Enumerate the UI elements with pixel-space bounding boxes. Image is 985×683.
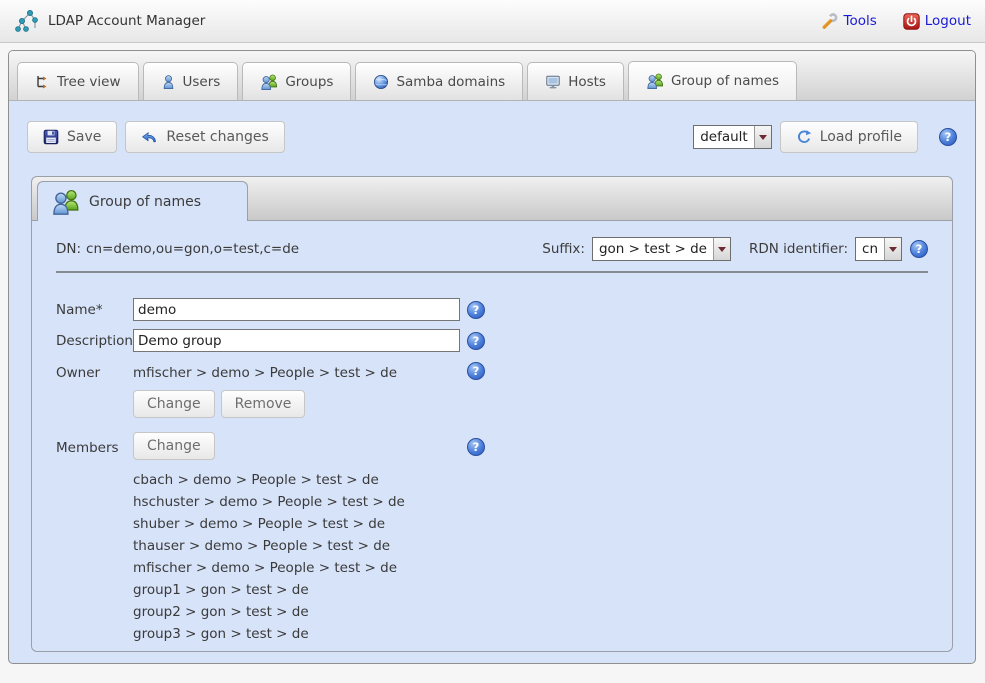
- host-monitor-icon: [545, 74, 561, 90]
- group-of-names-large-icon: [51, 189, 80, 215]
- undo-arrow-icon: [141, 130, 158, 145]
- dropdown-arrow-icon: [884, 238, 901, 260]
- name-row: Name* ?: [56, 298, 928, 321]
- gon-section: Group of names DN: cn=demo,ou=gon,o=test…: [31, 176, 953, 652]
- globe-icon: [373, 74, 389, 90]
- refresh-icon: [796, 129, 812, 145]
- divider: [56, 271, 928, 273]
- suffix-label: Suffix:: [542, 241, 585, 257]
- owner-value: mfischer > demo > People > test > de: [133, 362, 460, 381]
- logout-link[interactable]: Logout: [903, 13, 971, 30]
- group-of-names-icon: [646, 73, 664, 89]
- tab-label: Users: [183, 74, 221, 90]
- rdn-help-icon[interactable]: ?: [910, 240, 928, 258]
- members-row: Members Change ?: [56, 432, 928, 460]
- groups-icon: [260, 74, 278, 90]
- description-input[interactable]: [133, 329, 460, 352]
- suffix-select[interactable]: gon > test > de: [592, 237, 731, 261]
- logout-label: Logout: [925, 13, 971, 29]
- dn-row: DN: cn=demo,ou=gon,o=test,c=de Suffix: g…: [56, 237, 928, 261]
- tab-hosts[interactable]: Hosts: [527, 62, 624, 100]
- load-profile-label: Load profile: [820, 129, 902, 145]
- app-title: LDAP Account Manager: [48, 13, 205, 29]
- member-item: group1 > gon > test > de: [133, 579, 928, 601]
- logout-power-icon: [903, 13, 920, 30]
- floppy-save-icon: [43, 129, 59, 145]
- member-list: cbach > demo > People > test > de hschus…: [133, 469, 928, 645]
- gon-panel: DN: cn=demo,ou=gon,o=test,c=de Suffix: g…: [31, 220, 953, 652]
- wrench-icon: [820, 12, 839, 31]
- profile-select[interactable]: default: [693, 125, 772, 149]
- gon-active-tab[interactable]: Group of names: [37, 181, 248, 221]
- tab-samba-domains[interactable]: Samba domains: [355, 62, 523, 100]
- tab-label: Group of names: [671, 73, 779, 89]
- reset-changes-label: Reset changes: [166, 129, 268, 145]
- reset-changes-button[interactable]: Reset changes: [125, 121, 284, 153]
- members-help-icon[interactable]: ?: [467, 438, 485, 456]
- profile-select-value: default: [694, 126, 754, 148]
- toolbar: Save Reset changes default Load profile: [9, 101, 975, 153]
- member-item: group2 > gon > test > de: [133, 601, 928, 623]
- rdn-select[interactable]: cn: [855, 237, 902, 261]
- suffix-select-value: gon > test > de: [593, 238, 713, 260]
- members-change-button[interactable]: Change: [133, 432, 215, 460]
- tab-users[interactable]: Users: [143, 62, 239, 100]
- gon-tab-bar: Group of names: [31, 176, 953, 220]
- name-input[interactable]: [133, 298, 460, 321]
- save-label: Save: [67, 129, 101, 145]
- dropdown-arrow-icon: [754, 126, 771, 148]
- dropdown-arrow-icon: [713, 238, 730, 260]
- tab-group-of-names[interactable]: Group of names: [628, 61, 797, 100]
- description-row: Description ?: [56, 329, 928, 352]
- tab-groups[interactable]: Groups: [242, 62, 351, 100]
- main-tab-bar: Tree view Users: [9, 51, 975, 101]
- owner-help-icon[interactable]: ?: [467, 362, 485, 380]
- tab-label: Hosts: [568, 74, 606, 90]
- name-help-icon[interactable]: ?: [467, 301, 485, 319]
- main-container: Tree view Users: [8, 50, 976, 664]
- member-item: hschuster > demo > People > test > de: [133, 491, 928, 513]
- rdn-select-value: cn: [856, 238, 884, 260]
- tab-label: Tree view: [57, 74, 121, 90]
- description-help-icon[interactable]: ?: [467, 332, 485, 350]
- tab-label: Samba domains: [396, 74, 505, 90]
- member-item: group3 > gon > test > de: [133, 623, 928, 645]
- app-header: LDAP Account Manager Tools Logout: [0, 0, 985, 43]
- owner-row: Owner mfischer > demo > People > test > …: [56, 362, 928, 418]
- gon-form: Name* ? Description ? Owner m: [56, 298, 928, 645]
- tools-label: Tools: [844, 13, 877, 29]
- member-item: thauser > demo > People > test > de: [133, 535, 928, 557]
- profile-help-icon[interactable]: ?: [939, 128, 957, 146]
- member-item: mfischer > demo > People > test > de: [133, 557, 928, 579]
- name-label: Name*: [56, 302, 133, 318]
- user-icon: [161, 74, 176, 90]
- tab-label: Groups: [285, 74, 333, 90]
- owner-remove-button[interactable]: Remove: [221, 390, 306, 418]
- description-label: Description: [56, 333, 133, 349]
- dn-value: cn=demo,ou=gon,o=test,c=de: [86, 241, 299, 257]
- owner-label: Owner: [56, 362, 133, 381]
- member-item: cbach > demo > People > test > de: [133, 469, 928, 491]
- tab-tree-view[interactable]: Tree view: [17, 62, 139, 100]
- tree-view-icon: [35, 74, 50, 89]
- lam-logo-icon: [14, 8, 40, 34]
- load-profile-button[interactable]: Load profile: [780, 121, 918, 153]
- save-button[interactable]: Save: [27, 121, 117, 153]
- gon-tab-label: Group of names: [89, 194, 201, 210]
- dn-label: DN:: [56, 241, 81, 257]
- member-item: shuber > demo > People > test > de: [133, 513, 928, 535]
- rdn-identifier-label: RDN identifier:: [749, 241, 848, 257]
- members-label: Members: [56, 432, 133, 456]
- owner-change-button[interactable]: Change: [133, 390, 215, 418]
- tools-link[interactable]: Tools: [820, 12, 877, 31]
